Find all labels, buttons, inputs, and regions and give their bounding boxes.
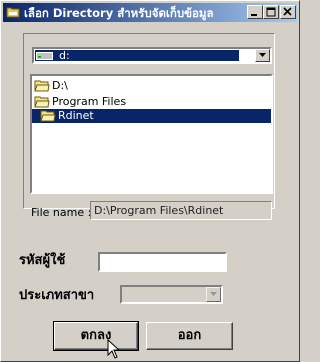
close-button[interactable] <box>280 5 296 19</box>
list-item[interactable]: D:\ <box>34 79 134 93</box>
user-code-label: รหัสผู้ใช้ <box>19 253 66 268</box>
title-bar[interactable]: เลือก Directory สำหรับจัดเก็บข้อมูล <box>3 3 297 22</box>
drive-label: d: <box>59 49 70 62</box>
minimize-icon <box>251 14 257 16</box>
mouse-cursor-icon <box>107 339 121 359</box>
open-folder-icon <box>34 80 50 92</box>
chevron-down-icon <box>259 53 266 57</box>
user-code-input[interactable] <box>98 252 227 272</box>
open-folder-icon <box>40 110 56 122</box>
directory-label: Program Files <box>52 95 127 108</box>
directory-label: Rdinet <box>58 109 94 122</box>
directory-label: D:\ <box>52 79 68 92</box>
file-name-label: File name : <box>31 206 92 219</box>
drive-select[interactable]: d: <box>32 47 272 64</box>
tax-type-select[interactable] <box>120 285 223 304</box>
list-item-selected[interactable]: Rdinet <box>32 109 271 123</box>
drive-icon <box>36 52 53 60</box>
directory-list[interactable]: D:\ Program Files Rdinet <box>30 74 273 194</box>
maximize-icon <box>266 7 276 17</box>
close-icon <box>283 7 292 16</box>
drive-dropdown-button[interactable] <box>255 49 270 62</box>
tax-type-label: ประเภทสาขา <box>19 288 95 303</box>
file-name-field: D:\Program Files\Rdinet <box>90 201 272 220</box>
dialog-window: เลือก Directory สำหรับจัดเก็บข้อมูล d: D… <box>0 0 300 362</box>
minimize-button[interactable] <box>247 5 263 19</box>
window-title: เลือก Directory สำหรับจัดเก็บข้อมูล <box>24 6 214 20</box>
exit-button[interactable]: ออก <box>146 322 233 350</box>
tax-type-dropdown-button[interactable] <box>206 287 221 302</box>
file-name-value: D:\Program Files\Rdinet <box>94 204 224 217</box>
drive-select-value: d: <box>35 49 239 62</box>
open-folder-icon <box>34 96 50 108</box>
ok-button[interactable]: ตกลง <box>53 321 139 351</box>
maximize-button[interactable] <box>263 5 279 19</box>
list-item[interactable]: Program Files <box>34 95 154 109</box>
chevron-down-icon <box>210 292 217 296</box>
folder-app-icon <box>6 7 20 18</box>
